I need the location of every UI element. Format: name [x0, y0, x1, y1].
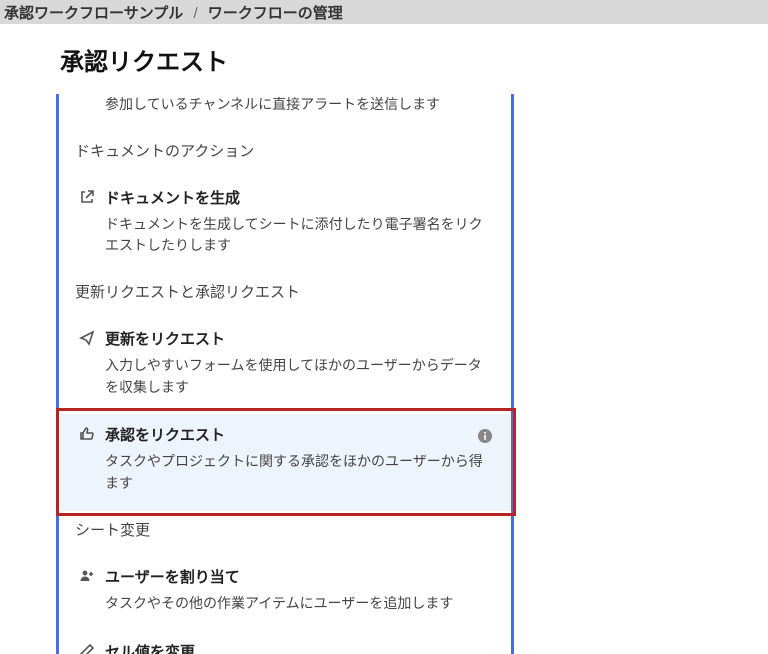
thumbs-up-icon: [79, 426, 95, 442]
section-update-approval: 更新リクエストと承認リクエスト: [59, 273, 511, 318]
action-assign-user[interactable]: ユーザーを割り当て タスクやその他の作業アイテムにユーザーを追加します: [59, 556, 511, 631]
action-generate-document-title: ドキュメントを生成: [105, 187, 495, 208]
send-icon: [79, 330, 95, 346]
modal-title: 承認リクエスト: [60, 42, 730, 77]
section-document-actions: ドキュメントのアクション: [59, 132, 511, 177]
breadcrumb-separator: /: [187, 5, 203, 22]
action-generate-document-desc: ドキュメントを生成してシートに添付したり電子署名をリクエストしたりします: [105, 214, 495, 257]
modal-header: 承認リクエスト: [22, 24, 768, 87]
breadcrumb-current: ワークフローの管理: [208, 5, 343, 22]
section-sheet-change: シート変更: [59, 511, 511, 556]
pencil-icon: [79, 643, 95, 654]
modal-panel: 承認リクエスト 参加しているチャンネルに直接アラートを送信します ドキュメントの…: [22, 24, 768, 646]
external-link-icon: [79, 189, 95, 205]
action-send-alert[interactable]: 参加しているチャンネルに直接アラートを送信します: [59, 94, 511, 132]
action-generate-document[interactable]: ドキュメントを生成 ドキュメントを生成してシートに添付したり電子署名をリクエスト…: [59, 177, 511, 273]
action-assign-user-title: ユーザーを割り当て: [105, 566, 495, 587]
action-request-approval[interactable]: 承認をリクエスト タスクやプロジェクトに関する承認をほかのユーザーから得ます: [59, 414, 511, 510]
action-assign-user-desc: タスクやその他の作業アイテムにユーザーを追加します: [105, 593, 495, 615]
user-plus-icon: [79, 568, 95, 584]
action-request-update-title: 更新をリクエスト: [105, 328, 495, 349]
action-request-approval-title: 承認をリクエスト: [105, 424, 495, 445]
action-request-approval-desc: タスクやプロジェクトに関する承認をほかのユーザーから得ます: [105, 451, 495, 494]
breadcrumb: 承認ワークフローサンプル / ワークフローの管理: [0, 0, 768, 24]
action-change-cell-title: セル値を変更: [105, 641, 495, 654]
action-list: 参加しているチャンネルに直接アラートを送信します ドキュメントのアクション ドキ…: [56, 94, 514, 654]
action-request-update-desc: 入力しやすいフォームを使用してほかのユーザーからデータを収集します: [105, 355, 495, 398]
action-send-alert-desc: 参加しているチャンネルに直接アラートを送信します: [105, 94, 495, 116]
info-icon[interactable]: [477, 428, 493, 444]
action-change-cell[interactable]: セル値を変更 チェックボックスをオンにしたり、ステータスを変更した: [59, 631, 511, 654]
action-request-update[interactable]: 更新をリクエスト 入力しやすいフォームを使用してほかのユーザーからデータを収集し…: [59, 318, 511, 414]
breadcrumb-parent[interactable]: 承認ワークフローサンプル: [4, 5, 183, 22]
